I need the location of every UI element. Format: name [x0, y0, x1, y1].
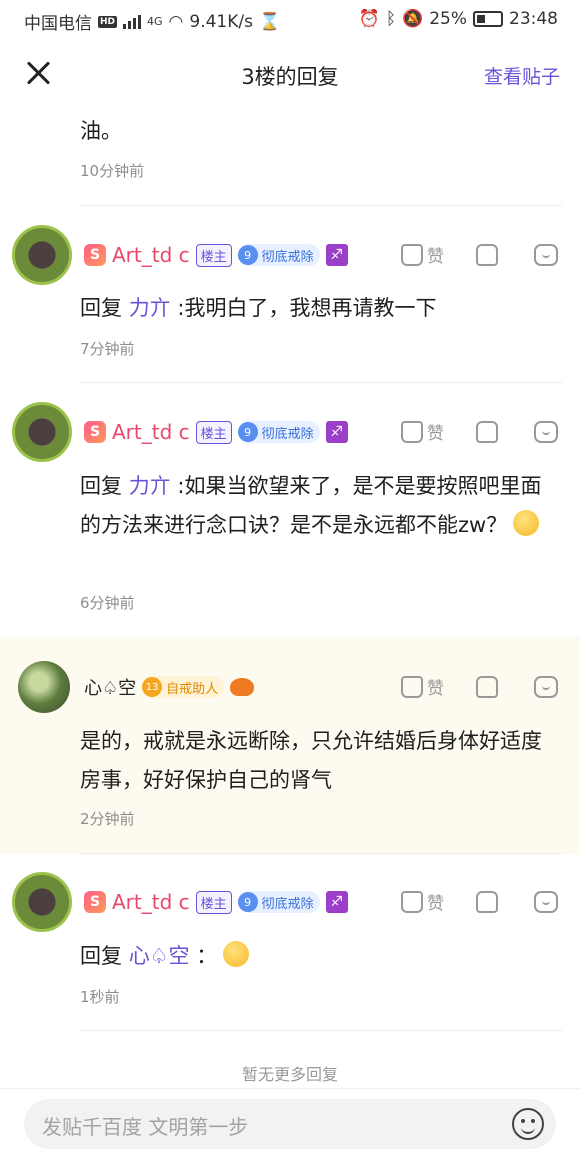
wifi-icon: ◠: [168, 11, 184, 32]
thumbs-up-icon: [401, 675, 423, 698]
divider: [80, 382, 562, 383]
reply-header: S Art_td c 楼主 9 彻底戒除 ♐: [84, 240, 348, 270]
user-level-icon: S: [84, 244, 106, 266]
mention-link[interactable]: 力亣: [129, 474, 171, 498]
bluetooth-icon: ᛒ: [385, 9, 397, 29]
reply-input-placeholder: 发贴千百度 文明第一步: [42, 1115, 249, 1139]
comment-icon[interactable]: [534, 243, 558, 266]
reply-text: 回复 心♤空 ：: [80, 937, 556, 976]
reply-text: 是的，戒就是永远断除，只允许结婚后身体好适度房事，好好保护自己的肾气: [80, 729, 542, 792]
username[interactable]: Art_td c: [112, 243, 190, 267]
thumbs-down-icon[interactable]: [476, 420, 498, 443]
reply-time: 7分钟前: [80, 340, 135, 358]
bottom-bar: 发贴千百度 文明第一步: [0, 1088, 580, 1160]
reply-header: S Art_td c 楼主 9 彻底戒除 ♐: [84, 417, 348, 447]
zodiac-icon: ♐: [325, 891, 348, 913]
view-post-link[interactable]: 查看贴子: [484, 62, 560, 89]
like-button[interactable]: 赞: [401, 674, 444, 699]
reply-actions: 赞: [401, 419, 558, 444]
op-badge: 楼主: [195, 243, 232, 267]
hourglass-icon: ⌛: [258, 11, 281, 32]
network-type: 4G: [147, 15, 163, 28]
level-badge: 9 彻底戒除: [237, 891, 320, 913]
reply-time: 6分钟前: [80, 594, 135, 612]
clock: 23:48: [509, 9, 558, 29]
mention-link[interactable]: 心♤空: [129, 944, 190, 968]
carrier: 中国电信: [24, 14, 92, 34]
emoji-icon[interactable]: [512, 1108, 544, 1140]
comment-icon[interactable]: [534, 675, 558, 698]
divider: [80, 205, 562, 206]
thumbs-down-icon[interactable]: [476, 675, 498, 698]
user-level-icon: S: [84, 891, 106, 913]
username[interactable]: Art_td c: [112, 890, 190, 914]
like-button[interactable]: 赞: [401, 889, 444, 914]
avatar[interactable]: [18, 661, 70, 713]
reply-header: 心♤空 13 自戒助人: [84, 672, 255, 702]
op-badge: 楼主: [195, 420, 232, 444]
reply-time: 1秒前: [80, 988, 120, 1006]
reply-header: S Art_td c 楼主 9 彻底戒除 ♐: [84, 887, 348, 917]
nav-bar: 3楼的回复 查看贴子: [0, 45, 580, 105]
avatar[interactable]: [12, 872, 72, 932]
network-speed: 9.41K/s: [189, 11, 253, 32]
thumbs-up-icon: [401, 420, 423, 443]
thumbs-down-icon[interactable]: [476, 890, 498, 913]
reply-actions: 赞: [401, 674, 558, 699]
avatar[interactable]: [12, 225, 72, 285]
reply-actions: 赞: [401, 242, 558, 267]
floor-time: 10分钟前: [80, 162, 145, 180]
grinning-emoji-icon: [223, 941, 250, 967]
mention-link[interactable]: 力亣: [129, 296, 171, 320]
level-badge: 13 自戒助人: [142, 676, 225, 698]
level-badge: 9 彻底戒除: [237, 244, 320, 266]
mute-icon: 🔕: [402, 9, 424, 29]
comment-icon[interactable]: [534, 420, 558, 443]
reply-time: 2分钟前: [80, 810, 135, 828]
battery-percent: 25%: [429, 9, 467, 29]
divider: [80, 853, 562, 854]
zodiac-icon: ♐: [325, 421, 348, 443]
signal-icon: [123, 14, 142, 29]
floor-text-tail: 油。: [80, 119, 122, 143]
divider: [80, 1030, 562, 1031]
username[interactable]: 心♤空: [84, 674, 136, 700]
thumbs-down-icon[interactable]: [476, 243, 498, 266]
like-button[interactable]: 赞: [401, 242, 444, 267]
thumbs-up-icon: [401, 243, 423, 266]
reply-text: 回复 力亣 :如果当欲望来了，是不是要按照吧里面的方法来进行念口诀？是不是永远都…: [80, 474, 542, 537]
zodiac-icon: ♐: [325, 244, 348, 266]
reply-actions: 赞: [401, 889, 558, 914]
alarm-icon: ⏰: [358, 9, 380, 29]
thinking-emoji-icon: [513, 510, 540, 536]
like-button[interactable]: 赞: [401, 419, 444, 444]
thumbs-up-icon: [401, 890, 423, 913]
status-bar: 中国电信 HD 4G ◠ 9.41K/s ⌛ ⏰ ᛒ 🔕 25% 23:48: [0, 0, 580, 40]
comment-icon[interactable]: [534, 890, 558, 913]
hd-icon: HD: [98, 15, 118, 28]
avatar[interactable]: [12, 402, 72, 462]
crown-icon: [230, 678, 255, 696]
reply-text: 回复 力亣 :我明白了，我想再请教一下: [80, 296, 437, 320]
op-badge: 楼主: [195, 890, 232, 914]
level-badge: 9 彻底戒除: [237, 421, 320, 443]
reply-input[interactable]: 发贴千百度 文明第一步: [24, 1099, 556, 1149]
username[interactable]: Art_td c: [112, 420, 190, 444]
user-level-icon: S: [84, 421, 106, 443]
no-more-replies: 暂无更多回复: [241, 1065, 338, 1084]
battery-icon: [473, 11, 503, 27]
